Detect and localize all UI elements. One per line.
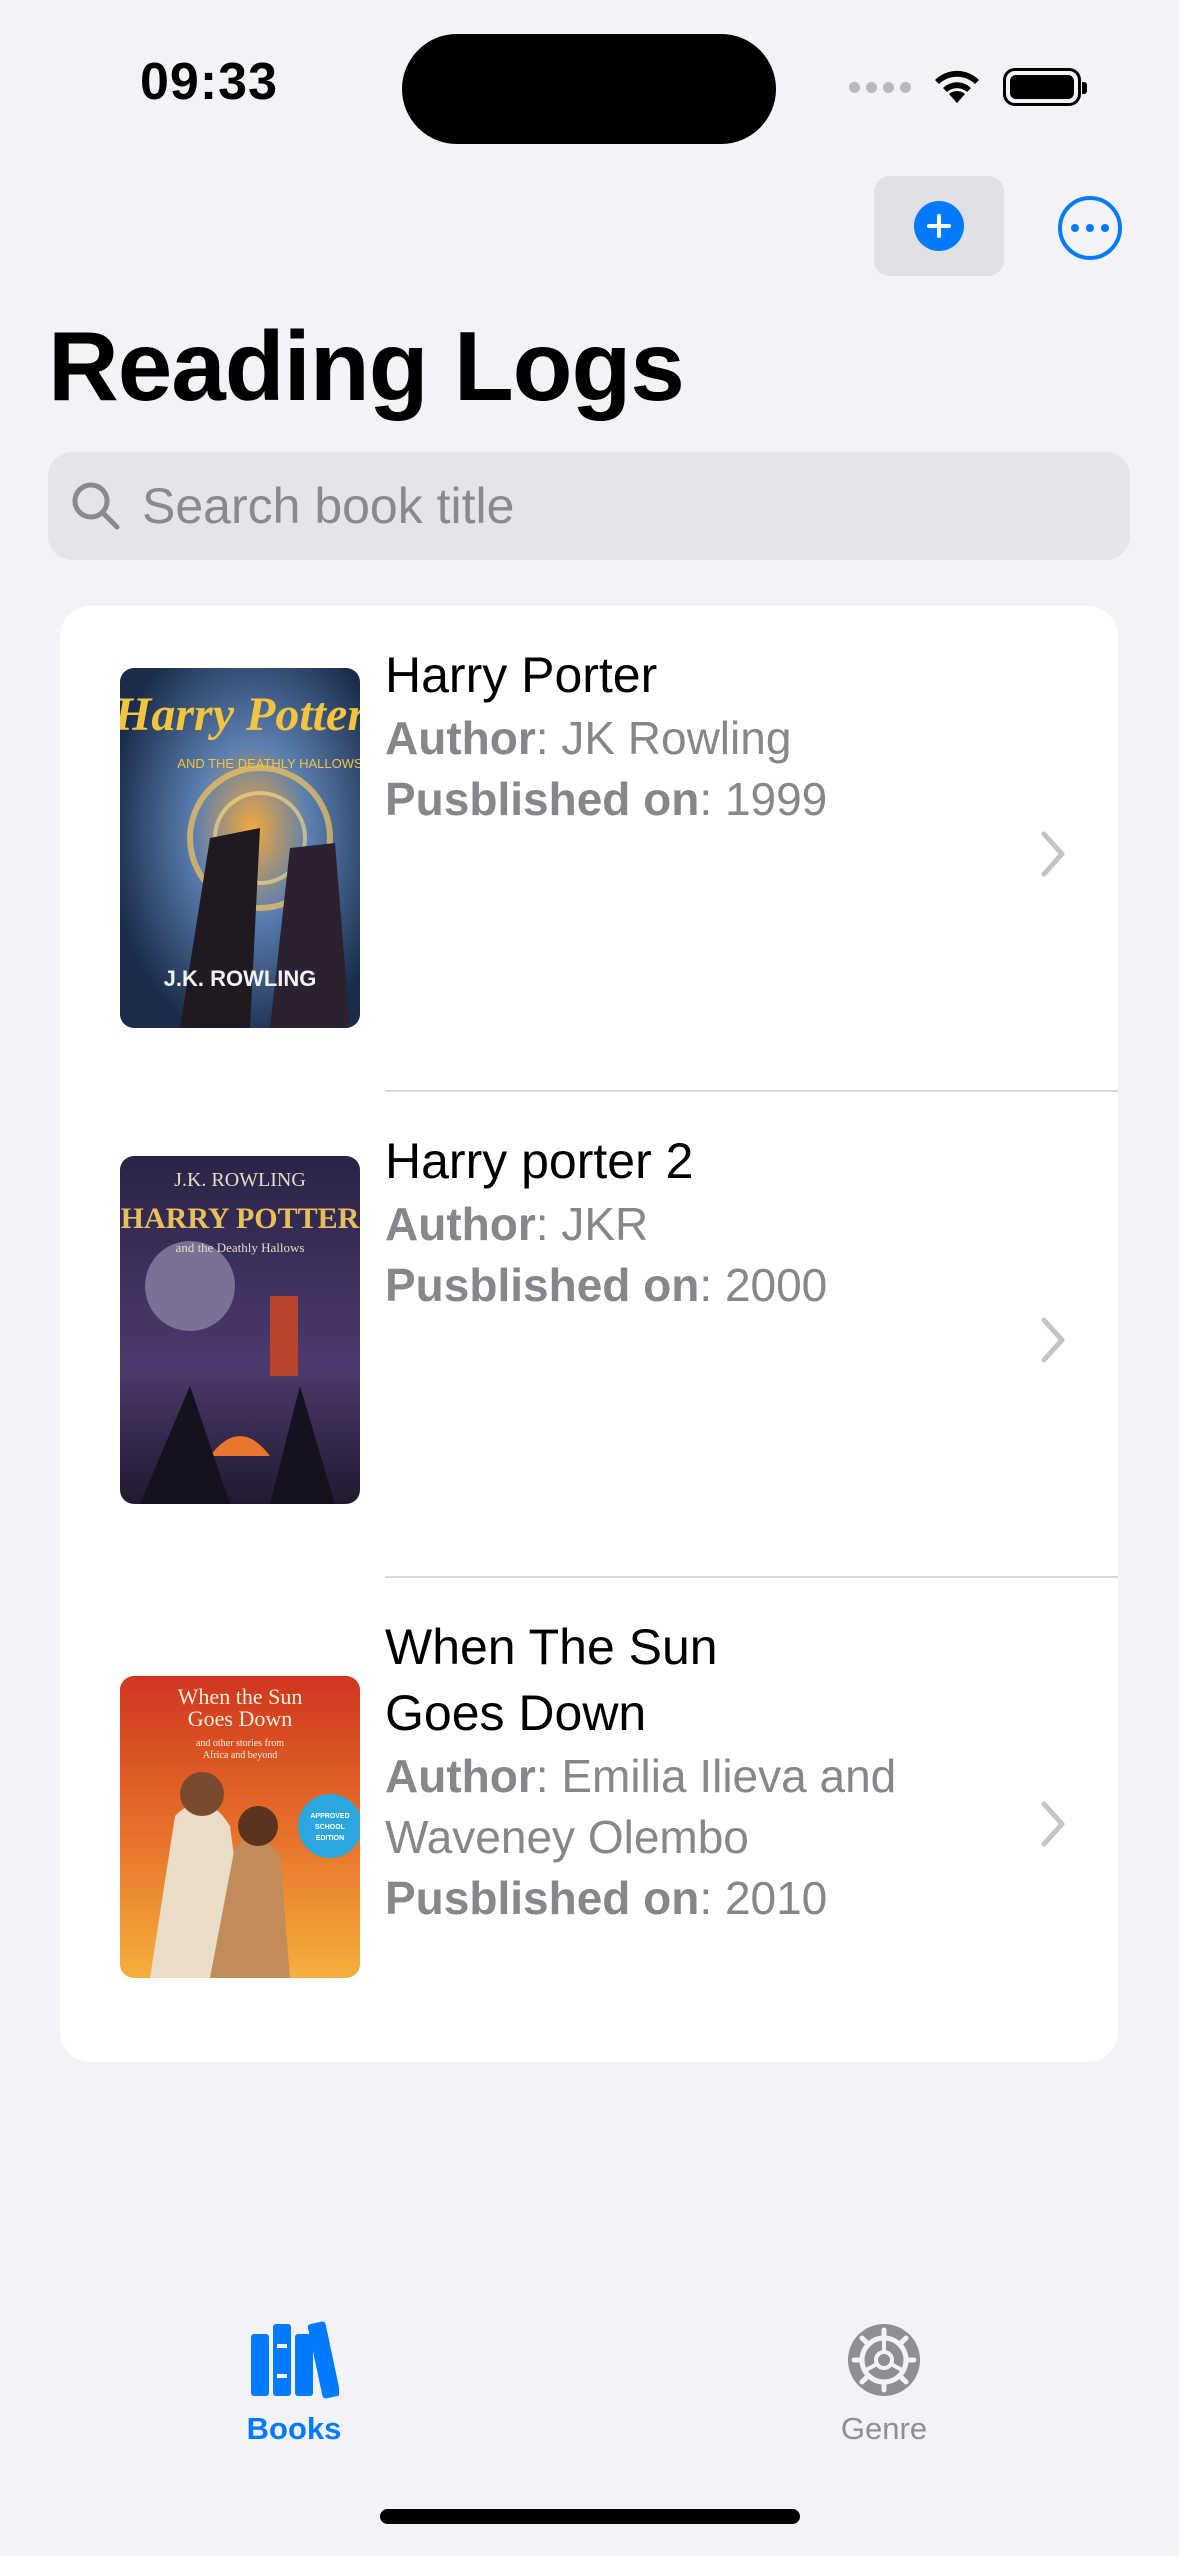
- plus-circle-icon: [914, 201, 964, 251]
- search-bar[interactable]: [48, 452, 1130, 560]
- cellular-signal-icon: [849, 81, 911, 93]
- svg-text:SCHOOL: SCHOOL: [315, 1824, 346, 1831]
- book-cover-image: Harry Potter AND THE DEATHLY HALLOWS J.K…: [120, 668, 360, 1028]
- chevron-right-icon: [1041, 1317, 1065, 1363]
- add-book-button[interactable]: [874, 176, 1004, 276]
- ellipsis-circle-icon: [1071, 224, 1079, 232]
- book-row[interactable]: APPROVED SCHOOL EDITION When the Sun Goe…: [60, 1578, 1118, 2062]
- tab-label: Genre: [840, 2411, 928, 2446]
- book-title: Harry Porter: [385, 647, 658, 703]
- status-icons: [849, 62, 1087, 112]
- book-row[interactable]: J.K. ROWLING HARRY POTTER and the Deathl…: [60, 1092, 1118, 1578]
- svg-text:and the Deathly Hallows: and the Deathly Hallows: [176, 1240, 305, 1255]
- book-info: When The Sun Goes Down Author: Emilia Il…: [385, 1614, 945, 1929]
- book-author: Author: JKR: [385, 1198, 649, 1250]
- reading-logs-screen: 09:33 Reading Logs Search book title Har…: [0, 0, 1179, 2556]
- book-cover-image: J.K. ROWLING HARRY POTTER and the Deathl…: [120, 1156, 360, 1504]
- magnifying-glass-icon: [72, 482, 120, 530]
- search-input[interactable]: [142, 477, 1042, 535]
- svg-text:and other stories from: and other stories from: [196, 1738, 284, 1749]
- dynamic-island: [402, 34, 776, 144]
- gear-icon: [848, 2324, 920, 2396]
- wifi-icon: [935, 70, 979, 103]
- home-indicator: [380, 2509, 800, 2524]
- book-title: When The Sun Goes Down: [385, 1619, 718, 1741]
- book-info: Harry Porter Author: JK Rowling Pusblish…: [385, 642, 945, 830]
- tab-books[interactable]: Books: [194, 2320, 394, 2447]
- chevron-right-icon: [1041, 1801, 1065, 1847]
- tab-label: Books: [246, 2411, 342, 2446]
- svg-text:J.K. ROWLING: J.K. ROWLING: [174, 1169, 306, 1191]
- svg-text:J.K. ROWLING: J.K. ROWLING: [164, 966, 317, 991]
- book-cover-image: APPROVED SCHOOL EDITION When the Sun Goe…: [120, 1676, 360, 1978]
- more-options-button[interactable]: [1058, 196, 1122, 260]
- books-icon: [251, 2321, 341, 2399]
- page-title: Reading Logs: [48, 311, 685, 421]
- book-list: Harry Potter AND THE DEATHLY HALLOWS J.K…: [60, 606, 1118, 2062]
- chevron-right-icon: [1041, 831, 1065, 877]
- book-info: Harry porter 2 Author: JKR Pusblished on…: [385, 1128, 945, 1316]
- svg-text:HARRY POTTER: HARRY POTTER: [121, 1202, 360, 1235]
- book-title: Harry porter 2: [385, 1133, 694, 1189]
- tab-genre[interactable]: Genre: [784, 2320, 984, 2447]
- status-time: 09:33: [140, 53, 278, 111]
- svg-text:Goes Down: Goes Down: [188, 1706, 293, 1731]
- svg-text:Harry Potter: Harry Potter: [120, 688, 360, 741]
- svg-text:Africa and beyond: Africa and beyond: [203, 1750, 277, 1761]
- book-published: Pusblished on: 2010: [385, 1872, 828, 1924]
- book-published: Pusblished on: 2000: [385, 1259, 828, 1311]
- battery-icon: [1003, 68, 1087, 106]
- svg-text:EDITION: EDITION: [316, 1835, 344, 1842]
- book-author: Author: JK Rowling: [385, 712, 792, 764]
- book-row[interactable]: Harry Potter AND THE DEATHLY HALLOWS J.K…: [60, 606, 1118, 1092]
- svg-text:APPROVED: APPROVED: [310, 1813, 349, 1820]
- svg-text:AND THE DEATHLY HALLOWS: AND THE DEATHLY HALLOWS: [177, 756, 360, 771]
- book-author: Author: Emilia Ilieva and Waveney Olembo: [385, 1750, 897, 1863]
- book-published: Pusblished on: 1999: [385, 773, 828, 825]
